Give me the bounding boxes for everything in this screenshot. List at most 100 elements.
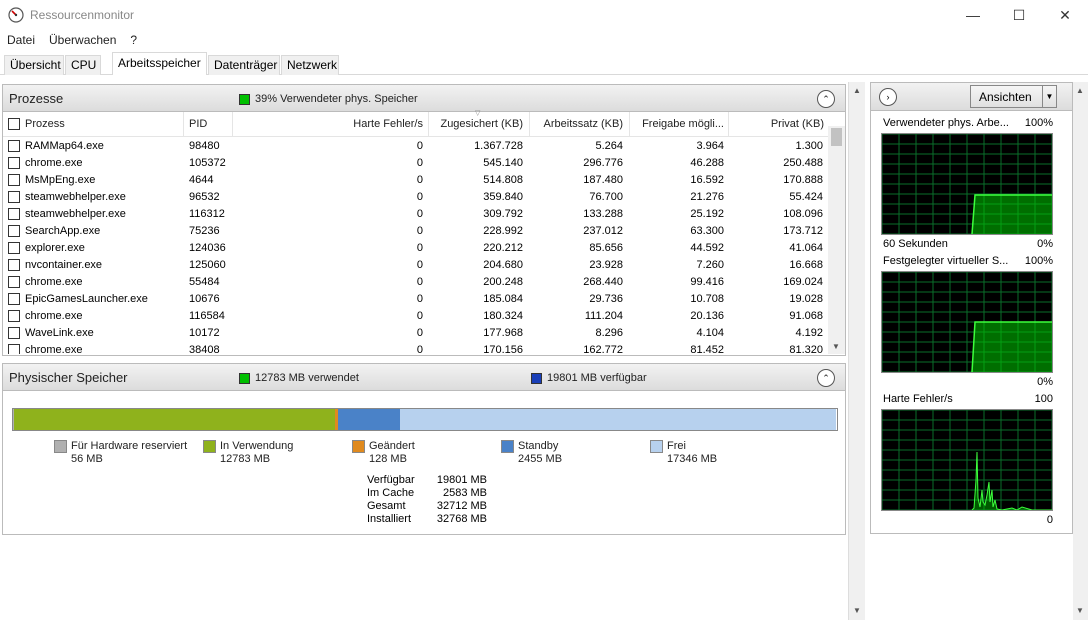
cell-process-name: chrome.exe (25, 276, 83, 288)
cell-process-name: chrome.exe (25, 344, 83, 354)
tab-cpu[interactable]: CPU (65, 55, 101, 75)
table-row[interactable]: chrome.exe 55484 0 200.248 268.440 99.416 169.… (3, 274, 829, 291)
col-separator (629, 112, 630, 137)
cell-pid: 116312 (189, 208, 225, 220)
table-row[interactable]: chrome.exe 105372 0 545.140 296.776 46.288 250… (3, 155, 829, 172)
right-pane-scrollbar[interactable]: ▲ ▼ (1073, 82, 1088, 620)
table-row[interactable]: EpicGamesLauncher.exe 10676 0 185.084 29.736… (3, 291, 829, 308)
cell-shareable: 16.592 (690, 174, 724, 186)
col-pid[interactable]: PID (189, 118, 207, 130)
row-checkbox[interactable] (8, 242, 20, 254)
tab-datentraeger[interactable]: Datenträger (208, 55, 280, 75)
row-checkbox[interactable] (8, 208, 20, 220)
select-all-checkbox[interactable] (8, 118, 20, 130)
cell-committed: 228.992 (483, 225, 523, 237)
cell-working-set: 162.772 (583, 344, 623, 354)
expand-graph-pane-button[interactable]: › (879, 88, 897, 106)
stat-value: 19801 MB (436, 474, 487, 486)
title-bar: Ressourcenmonitor — ☐ ✕ (0, 0, 1088, 30)
table-row[interactable]: steamwebhelper.exe 116312 0 309.792 133.288 2… (3, 206, 829, 223)
table-row[interactable]: WaveLink.exe 10172 0 177.968 8.296 4.104 4.192 (3, 325, 829, 342)
scroll-down-arrow-icon[interactable]: ▼ (853, 606, 861, 615)
table-row[interactable]: chrome.exe 116584 0 180.324 111.204 20.136 91.… (3, 308, 829, 325)
cell-shareable: 21.276 (690, 191, 724, 203)
row-checkbox[interactable] (8, 293, 20, 305)
views-button[interactable]: Ansichten ▼ (970, 85, 1057, 108)
col-freigabe[interactable]: Freigabe mögli... (631, 118, 724, 130)
row-checkbox[interactable] (8, 191, 20, 203)
cell-pid: 98480 (189, 140, 220, 152)
close-button[interactable]: ✕ (1042, 0, 1088, 30)
minimize-button[interactable]: — (950, 0, 996, 30)
row-checkbox[interactable] (8, 276, 20, 288)
tab-arbeitsspeicher[interactable]: Arbeitsspeicher (112, 52, 207, 75)
table-row[interactable]: MsMpEng.exe 4644 0 514.808 187.480 16.592 170.… (3, 172, 829, 189)
menu-help[interactable]: ? (123, 30, 144, 50)
cell-working-set: 29.736 (589, 293, 623, 305)
col-prozess[interactable]: Prozess (25, 118, 65, 130)
cell-pid: 4644 (189, 174, 214, 186)
table-row[interactable]: SearchApp.exe 75236 0 228.992 237.012 63.300 1… (3, 223, 829, 240)
scroll-up-arrow-icon[interactable]: ▲ (1076, 86, 1084, 95)
graph-time-label: 60 Sekunden (883, 238, 948, 250)
cell-pid: 96532 (189, 191, 220, 203)
cell-committed: 180.324 (483, 310, 523, 322)
row-checkbox[interactable] (8, 327, 20, 339)
col-zugesichert[interactable]: Zugesichert (KB) (431, 118, 523, 130)
process-table-header: Prozess PID Harte Fehler/s Zugesichert (… (3, 110, 829, 137)
cell-hard-faults: 0 (416, 344, 423, 354)
collapse-physical-memory-button[interactable]: ⌃ (817, 369, 835, 387)
cell-working-set: 76.700 (589, 191, 623, 203)
col-arbeitssatz[interactable]: Arbeitssatz (KB) (531, 118, 623, 130)
used-memory-swatch (239, 372, 250, 384)
graph-pane: › Ansichten ▼ Verwendeter phys. Arbe... … (870, 82, 1073, 534)
scroll-down-arrow-icon[interactable]: ▼ (832, 342, 840, 351)
table-row[interactable]: explorer.exe 124036 0 220.212 85.656 44.592 41… (3, 240, 829, 257)
row-checkbox[interactable] (8, 140, 20, 152)
cell-hard-faults: 0 (416, 310, 423, 322)
stat-label: Installiert (367, 513, 412, 525)
cell-private: 173.712 (783, 225, 823, 237)
col-privat[interactable]: Privat (KB) (731, 118, 824, 130)
cell-private: 1.300 (795, 140, 823, 152)
row-checkbox[interactable] (8, 225, 20, 237)
left-pane-scrollbar[interactable]: ▲ ▼ (848, 82, 865, 620)
row-checkbox[interactable] (8, 310, 20, 322)
graph-max-label: 100 (1034, 393, 1053, 405)
row-checkbox[interactable] (8, 174, 20, 186)
legend-value: 12783 MB (220, 453, 271, 465)
process-table-scrollbar[interactable]: ▼ (828, 126, 845, 354)
col-harte-fehler[interactable]: Harte Fehler/s (235, 118, 423, 130)
physical-memory-header[interactable]: Physischer Speicher 12783 MB verwendet 1… (2, 363, 846, 391)
menu-datei[interactable]: Datei (0, 30, 42, 50)
row-checkbox[interactable] (8, 259, 20, 271)
cell-working-set: 296.776 (583, 157, 623, 169)
row-checkbox[interactable] (8, 157, 20, 169)
cell-committed: 177.968 (483, 327, 523, 339)
table-row[interactable]: nvcontainer.exe 125060 0 204.680 23.928 7.260… (3, 257, 829, 274)
table-row[interactable]: RAMMap64.exe 98480 0 1.367.728 5.264 3.964 1.3… (3, 138, 829, 155)
cell-committed: 204.680 (483, 259, 523, 271)
col-separator (728, 112, 729, 137)
legend-name: Geändert (369, 440, 415, 452)
row-checkbox[interactable] (8, 344, 20, 354)
collapse-processes-button[interactable]: ⌃ (817, 90, 835, 108)
stat-label: Gesamt (367, 500, 406, 512)
chevron-down-icon[interactable]: ▼ (1042, 86, 1056, 107)
scroll-down-arrow-icon[interactable]: ▼ (1076, 606, 1084, 615)
menu-ueberwachen[interactable]: Überwachen (42, 30, 123, 50)
scroll-up-arrow-icon[interactable]: ▲ (853, 86, 861, 95)
table-row[interactable]: steamwebhelper.exe 96532 0 359.840 76.700 21.… (3, 189, 829, 206)
maximize-button[interactable]: ☐ (996, 0, 1042, 30)
process-table-scroll-thumb[interactable] (831, 128, 842, 146)
cell-shareable: 81.452 (690, 344, 724, 354)
cell-pid: 10172 (189, 327, 220, 339)
tab-uebersicht[interactable]: Übersicht (4, 55, 64, 75)
stat-value: 32768 MB (436, 513, 487, 525)
table-row[interactable]: chrome.exe 38408 0 170.156 162.772 81.452 81.3… (3, 342, 829, 354)
col-separator (428, 112, 429, 137)
cell-committed: 220.212 (483, 242, 523, 254)
available-memory-swatch (531, 372, 542, 384)
processes-header[interactable]: Prozesse 39% Verwendeter phys. Speicher … (2, 84, 846, 112)
tab-netzwerk[interactable]: Netzwerk (281, 55, 339, 75)
